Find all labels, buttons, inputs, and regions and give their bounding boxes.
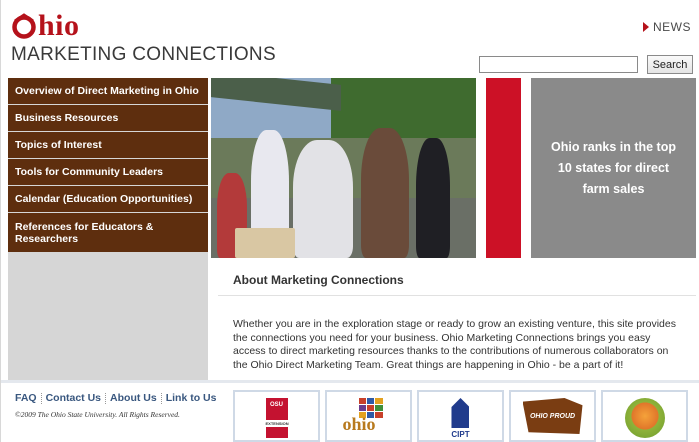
sidebar: Overview of Direct Marketing in Ohio Bus… bbox=[8, 78, 208, 380]
about-text: Whether you are in the exploration stage… bbox=[233, 318, 676, 371]
footer-links: FAQ Contact Us About Us Link to Us bbox=[15, 392, 216, 404]
sidebar-item-references[interactable]: References for Educators & Researchers bbox=[8, 213, 208, 253]
search-input[interactable] bbox=[479, 56, 638, 73]
sidebar-item-topics[interactable]: Topics of Interest bbox=[8, 132, 208, 159]
logo-subtitle: MARKETING CONNECTIONS bbox=[11, 44, 276, 65]
copyright: ©2009 The Ohio State University. All Rig… bbox=[15, 410, 180, 419]
our-ohio-logo[interactable]: ohio bbox=[325, 390, 412, 442]
site-logo[interactable]: hio MARKETING CONNECTIONS bbox=[11, 10, 276, 66]
cipt-icon: CIPT bbox=[451, 398, 470, 439]
divider bbox=[218, 295, 696, 296]
ohio-o-icon bbox=[11, 13, 37, 39]
partner-logos: OSU EXTENSION ohio CIPT OHIO PROUD bbox=[233, 390, 688, 442]
about-title: About Marketing Connections bbox=[233, 273, 404, 287]
ohio-proud-icon: OHIO PROUD bbox=[522, 398, 583, 434]
hero-photo bbox=[211, 78, 476, 258]
footer-link-about[interactable]: About Us bbox=[110, 392, 157, 404]
news-label: NEWS bbox=[653, 20, 691, 34]
sidebar-item-tools[interactable]: Tools for Community Leaders bbox=[8, 159, 208, 186]
footer-link-faq[interactable]: FAQ bbox=[15, 392, 37, 404]
search-button[interactable]: Search bbox=[647, 55, 693, 74]
osu-extension-logo[interactable]: OSU EXTENSION bbox=[233, 390, 320, 442]
sidebar-item-calendar[interactable]: Calendar (Education Opportunities) bbox=[8, 186, 208, 213]
cipt-logo[interactable]: CIPT bbox=[417, 390, 504, 442]
farm-circle-icon bbox=[624, 398, 665, 438]
sidebar-item-overview[interactable]: Overview of Direct Marketing in Ohio bbox=[8, 78, 208, 105]
news-link[interactable]: NEWS bbox=[643, 20, 691, 34]
accent-bar bbox=[486, 78, 521, 258]
osu-icon: OSU EXTENSION bbox=[265, 398, 289, 438]
footer-link-contact[interactable]: Contact Us bbox=[46, 392, 101, 404]
sidebar-item-business-resources[interactable]: Business Resources bbox=[8, 105, 208, 132]
our-ohio-icon: ohio bbox=[339, 398, 399, 440]
ohio-proud-logo[interactable]: OHIO PROUD bbox=[509, 390, 596, 442]
hero-callout: Ohio ranks in the top 10 states for dire… bbox=[531, 78, 696, 258]
farm-market-logo[interactable] bbox=[601, 390, 688, 442]
logo-word: hio bbox=[38, 9, 80, 42]
arrow-right-icon bbox=[643, 22, 649, 32]
page: hio MARKETING CONNECTIONS NEWS Search Ov… bbox=[0, 0, 699, 442]
sidebar-nav: Overview of Direct Marketing in Ohio Bus… bbox=[8, 78, 208, 253]
footer-divider bbox=[1, 380, 699, 383]
footer-link-link-to-us[interactable]: Link to Us bbox=[166, 392, 217, 404]
